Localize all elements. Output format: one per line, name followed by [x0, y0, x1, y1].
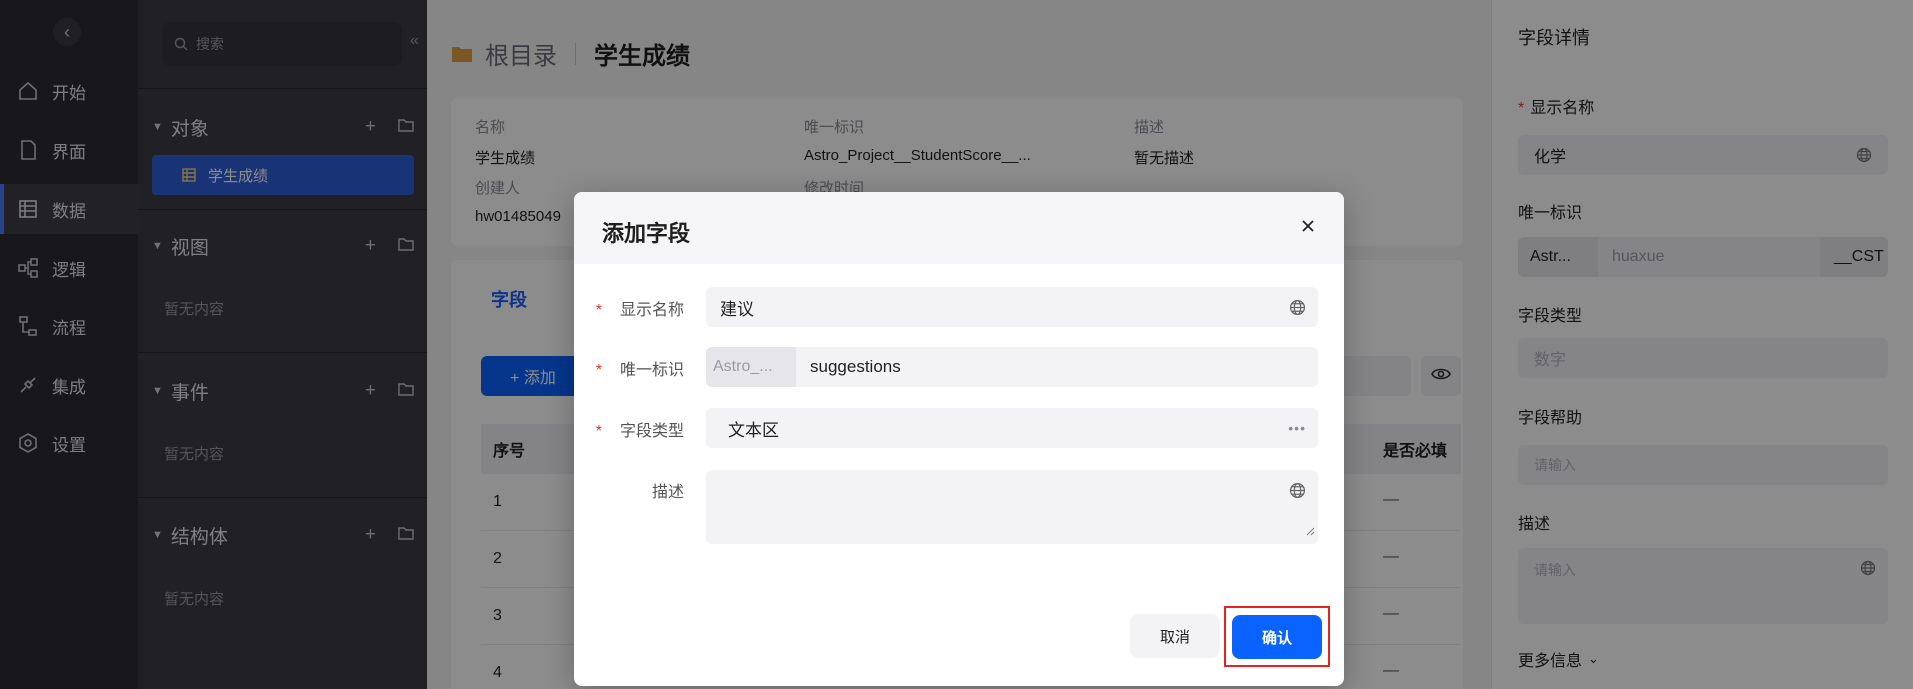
globe-icon[interactable] — [1289, 299, 1306, 316]
label-text: 描述 — [651, 484, 684, 501]
type-label: * 字段类型 — [574, 417, 684, 441]
add-field-dialog: 添加字段 * 显示名称 建议 * 唯一标识 Astro_... suggestion… — [574, 192, 1344, 686]
input-value: 建议 — [720, 299, 754, 319]
dialog-display-name-input[interactable]: 建议 — [706, 287, 1318, 327]
highlight-box — [1224, 606, 1330, 667]
uid-label: * 唯一标识 — [574, 356, 684, 380]
label-text: 唯一标识 — [619, 362, 684, 379]
required-star: * — [595, 362, 602, 379]
more-options-icon[interactable]: ••• — [1288, 420, 1306, 436]
required-star: * — [595, 423, 602, 440]
globe-icon[interactable] — [1289, 482, 1306, 499]
dialog-type-select[interactable]: 文本区 ••• — [706, 408, 1318, 448]
display-name-label: * 显示名称 — [574, 296, 684, 320]
desc-label: 描述 — [574, 478, 684, 502]
input-value: suggestions — [810, 357, 901, 376]
close-icon — [1301, 219, 1315, 238]
required-star: * — [595, 302, 602, 319]
dialog-header: 添加字段 — [574, 192, 1344, 264]
resize-grip-icon[interactable] — [1305, 523, 1315, 541]
dialog-uid-input[interactable]: Astro_... suggestions — [706, 347, 1318, 387]
dialog-title: 添加字段 — [602, 221, 691, 246]
label-text: 字段类型 — [619, 423, 684, 440]
type-value: 文本区 — [728, 420, 779, 440]
cancel-button[interactable]: 取消 — [1130, 614, 1220, 658]
uid-prefix: Astro_... — [706, 347, 796, 387]
label-text: 显示名称 — [619, 302, 684, 319]
dialog-desc-textarea[interactable] — [706, 470, 1318, 544]
close-button[interactable] — [1296, 216, 1320, 240]
